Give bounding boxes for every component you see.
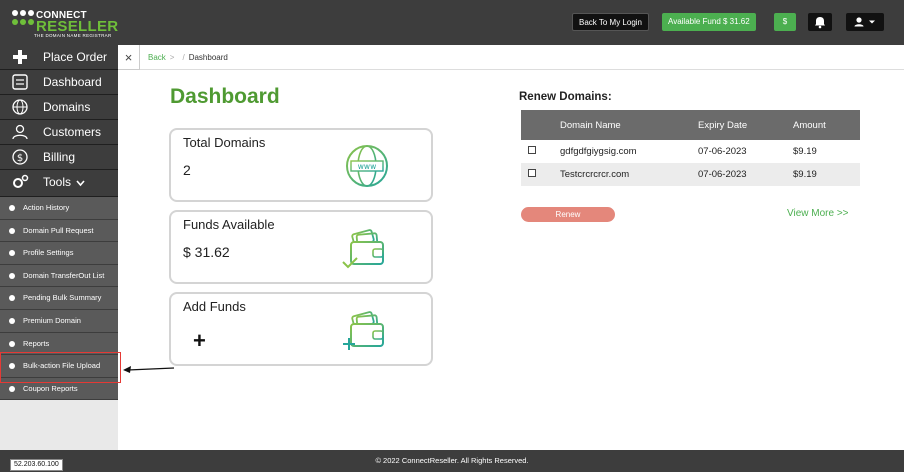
sidebar-item-tools[interactable]: Tools	[0, 170, 118, 197]
top-bar: CONNECT RESELLER THE DOMAIN NAME REGISTR…	[0, 0, 904, 45]
sidebar-item-label: Billing	[43, 150, 76, 164]
sidebar-item-dashboard[interactable]: Dashboard	[0, 70, 118, 95]
sidebar-item-billing[interactable]: $ Billing	[0, 145, 118, 170]
card-value: $ 31.62	[183, 244, 230, 260]
total-domains-card[interactable]: Total Domains 2 www	[169, 128, 433, 202]
svg-text:$: $	[17, 153, 23, 164]
sidebar-item-domains[interactable]: Domains	[0, 95, 118, 120]
amount-cell: $9.19	[793, 146, 817, 157]
user-icon	[854, 17, 875, 27]
sidebar-item-label: Domains	[43, 100, 91, 114]
caret-down-icon	[869, 20, 875, 24]
sidebar-subitem-label: Reports	[23, 338, 50, 348]
sidebar: Place Order Dashboard Domains Customers …	[0, 45, 118, 450]
wallet-check-icon	[342, 229, 384, 269]
select-column-header	[521, 110, 560, 140]
sidebar-subitem-label: Domain TransferOut List	[23, 270, 105, 280]
funds-available-card[interactable]: Funds Available $ 31.62	[169, 210, 433, 284]
sidebar-item-label: Customers	[43, 125, 102, 139]
sidebar-close-button[interactable]: ×	[118, 45, 140, 70]
sidebar-subitem-domain-transferout-list[interactable]: Domain TransferOut List	[0, 264, 118, 288]
brand-tagline: THE DOMAIN NAME REGISTRAR	[34, 33, 112, 38]
annotation-arrow-icon	[123, 366, 175, 373]
row-checkbox[interactable]	[528, 146, 536, 154]
sidebar-subitem-label: Profile Settings	[23, 248, 74, 258]
bell-icon	[815, 17, 825, 29]
sidebar-item-place-order[interactable]: Place Order	[0, 45, 118, 70]
ip-address-badge: 52.203.60.100	[10, 459, 63, 471]
add-funds-plus-icon[interactable]: +	[193, 328, 206, 354]
card-title: Funds Available	[183, 217, 275, 232]
gears-icon	[13, 174, 29, 188]
sidebar-subitem-label: Domain Pull Request	[23, 225, 94, 235]
chevron-down-icon	[76, 180, 85, 187]
table-row: gdfgdfgiygsig.com 07-06-2023 $9.19	[521, 140, 860, 163]
breadcrumb-current: Dashboard	[188, 53, 228, 62]
dashboard-icon	[12, 74, 28, 90]
sidebar-subitem-label: Pending Bulk Summary	[23, 293, 102, 303]
add-funds-dollar-button[interactable]: $	[774, 13, 796, 31]
table-row: Testcrcrcrcr.com 07-06-2023 $9.19	[521, 163, 860, 186]
domain-cell: Testcrcrcrcr.com	[560, 163, 698, 186]
sidebar-subitem-profile-settings[interactable]: Profile Settings	[0, 242, 118, 265]
gear-icon	[9, 385, 15, 392]
expiry-cell: 07-06-2023	[698, 163, 793, 186]
card-title: Total Domains	[183, 135, 266, 150]
expiry-cell: 07-06-2023	[698, 146, 747, 157]
svg-text:www: www	[358, 162, 376, 171]
lock-icon	[9, 227, 15, 234]
sidebar-subitem-label: Premium Domain	[23, 315, 81, 325]
sidebar-subitem-label: Action History	[23, 203, 70, 212]
dollar-circle-icon: $	[12, 149, 28, 165]
row-checkbox[interactable]	[528, 169, 536, 177]
table-header-row: Domain Name Expiry Date Amount	[521, 110, 860, 140]
footer-copyright: © 2022 ConnectReseller. All Rights Reser…	[375, 456, 529, 465]
plus-icon	[13, 50, 27, 64]
notifications-button[interactable]	[808, 13, 832, 31]
sidebar-subitem-domain-pull-request[interactable]: Domain Pull Request	[0, 219, 118, 243]
available-fund-button[interactable]: Available Fund $ 31.62	[662, 13, 756, 31]
www-globe-icon: www	[346, 145, 388, 187]
page-title: Dashboard	[170, 85, 280, 108]
card-value: 2	[183, 162, 191, 178]
chart-icon	[9, 340, 15, 347]
globe-icon	[9, 317, 15, 324]
gear-icon	[9, 272, 15, 279]
globe-icon	[12, 99, 28, 115]
column-header-expiry-date: Expiry Date	[698, 110, 793, 140]
sidebar-subitem-pending-bulk-summary[interactable]: Pending Bulk Summary	[0, 287, 118, 310]
gear-icon	[9, 250, 15, 257]
footer: © 2022 ConnectReseller. All Rights Reser…	[0, 450, 904, 472]
back-to-login-button[interactable]: Back To My Login	[572, 13, 649, 31]
renew-button[interactable]: Renew	[521, 207, 615, 222]
brand-logo[interactable]: CONNECT RESELLER THE DOMAIN NAME REGISTR…	[12, 8, 122, 38]
file-icon	[9, 205, 15, 211]
column-header-domain-name: Domain Name	[560, 110, 698, 140]
sidebar-item-label: Place Order	[43, 50, 108, 64]
sidebar-subitem-premium-domain[interactable]: Premium Domain	[0, 309, 118, 333]
column-header-amount: Amount	[793, 110, 860, 140]
breadcrumb: Back > / Dashboard	[140, 45, 904, 70]
breadcrumb-separator: >	[169, 53, 175, 62]
card-title: Add Funds	[183, 299, 246, 314]
breadcrumb-separator: /	[182, 53, 185, 62]
user-menu-button[interactable]	[846, 13, 884, 31]
gear-icon	[9, 295, 15, 302]
sidebar-subitem-action-history[interactable]: Action History	[0, 197, 118, 220]
domain-cell: gdfgdfgiygsig.com	[560, 146, 637, 157]
highlight-annotation-box	[0, 352, 121, 383]
add-funds-card[interactable]: Add Funds +	[169, 292, 433, 366]
amount-cell: $9.19	[793, 163, 860, 186]
logo-mark-icon	[12, 10, 34, 28]
sidebar-subitem-label: Coupon Reports	[23, 383, 78, 393]
sidebar-item-label: Tools	[43, 175, 72, 189]
renew-domains-table: Domain Name Expiry Date Amount gdfgdfgiy…	[521, 110, 860, 186]
view-more-link[interactable]: View More >>	[787, 208, 849, 219]
breadcrumb-back-link[interactable]: Back	[148, 53, 166, 62]
sidebar-item-customers[interactable]: Customers	[0, 120, 118, 145]
wallet-plus-icon	[343, 311, 384, 350]
customers-icon	[12, 124, 28, 140]
sidebar-item-label: Dashboard	[43, 75, 102, 89]
renew-domains-title: Renew Domains:	[519, 91, 612, 103]
